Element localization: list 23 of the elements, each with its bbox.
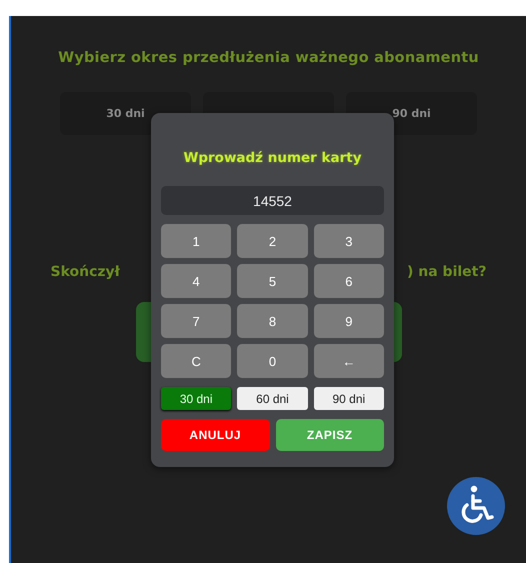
keypad-key[interactable]: 5 xyxy=(237,264,308,298)
keypad-key[interactable]: 1 xyxy=(161,224,232,258)
keypad-key[interactable]: 6 xyxy=(314,264,384,298)
keypad-key[interactable]: 2 xyxy=(237,224,308,258)
duration-option[interactable]: 60 dni xyxy=(237,387,308,410)
duration-option[interactable]: 30 dni xyxy=(161,387,232,410)
keypad-key[interactable]: 7 xyxy=(161,304,232,338)
accessibility-button[interactable] xyxy=(447,477,505,535)
question-text: Skończył xyxy=(50,264,120,280)
cancel-button[interactable]: ANULUJ xyxy=(161,419,270,451)
keypad-key[interactable]: C xyxy=(161,344,232,378)
keypad-key[interactable]: 9 xyxy=(314,304,384,338)
keypad-key[interactable]: ← xyxy=(314,344,384,378)
duration-option[interactable]: 90 dni xyxy=(314,387,384,410)
keypad-key[interactable]: 0 xyxy=(237,344,308,378)
dialog-title: Wprowadź numer karty xyxy=(182,150,363,166)
card-number-field[interactable]: 14552 xyxy=(161,186,384,215)
keypad-key[interactable]: 8 xyxy=(237,304,308,338)
section-heading: Wybierz okres przedłużenia ważnego abonamentu xyxy=(58,50,479,66)
question-text: ) na bilet? xyxy=(407,264,486,280)
keypad-key[interactable]: 3 xyxy=(314,224,384,258)
save-button[interactable]: ZAPISZ xyxy=(276,419,384,451)
keypad-key[interactable]: 4 xyxy=(161,264,232,298)
